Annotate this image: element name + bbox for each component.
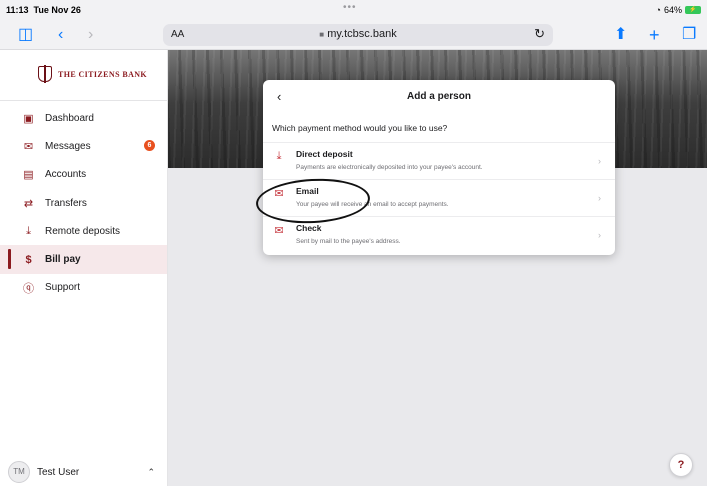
bank-crest-icon xyxy=(38,65,52,83)
option-title: Check xyxy=(296,223,322,233)
new-tab-icon[interactable]: + xyxy=(649,26,660,44)
option-email[interactable]: ✉ Email Your payee will receive an email… xyxy=(263,179,615,216)
back-arrow-icon[interactable]: ‹ xyxy=(58,26,63,44)
chevron-up-icon: ⌃ xyxy=(147,466,155,477)
question-circle-icon: ⓠ xyxy=(23,282,34,295)
status-time: 11:13 Tue Nov 26 xyxy=(6,5,81,15)
url-value: my.tcbsc.bank xyxy=(327,28,397,40)
status-date: Tue Nov 26 xyxy=(33,5,81,15)
sidebar-item-dashboard[interactable]: ▣ Dashboard xyxy=(0,104,167,132)
sidebar-item-label: Dashboard xyxy=(45,112,94,124)
browser-toolbar: ◫ ‹ › AA ■ my.tcbsc.bank ↻ ⬆ + ❐ xyxy=(0,20,707,50)
chevron-right-icon: › xyxy=(598,193,601,203)
unread-badge: 6 xyxy=(144,140,155,152)
option-check[interactable]: ✉ Check Sent by mail to the payee's addr… xyxy=(263,216,615,253)
dollar-document-icon: $ xyxy=(25,253,32,266)
sidebar-toggle-icon[interactable]: ◫ xyxy=(18,26,33,44)
download-tray-icon: ⤓ xyxy=(276,150,282,162)
option-direct-deposit[interactable]: ⤓ Direct deposit Payments are electronic… xyxy=(263,142,615,179)
user-name: Test User xyxy=(37,466,80,478)
sidebar-divider xyxy=(0,100,167,101)
sidebar-item-bill-pay[interactable]: $ Bill pay xyxy=(0,245,167,274)
envelope-icon: ✉ xyxy=(274,225,284,237)
avatar: TM xyxy=(8,461,30,483)
envelope-icon: ✉ xyxy=(23,140,34,153)
sidebar-item-transfers[interactable]: ⇄ Transfers xyxy=(0,189,167,217)
user-menu[interactable]: TM Test User ⌃ xyxy=(0,458,167,486)
sidebar-item-label: Transfers xyxy=(45,197,87,209)
sidebar-item-remote-deposits[interactable]: ⤓ Remote deposits xyxy=(0,217,167,245)
dashboard-icon: ▣ xyxy=(23,112,34,125)
transfer-arrows-icon: ⇄ xyxy=(23,197,34,210)
main-content: ‹ Add a person Which payment method woul… xyxy=(168,50,707,486)
help-button[interactable]: ? xyxy=(669,453,693,477)
sidebar-item-messages[interactable]: ✉ Messages 6 xyxy=(0,132,167,160)
address-bar[interactable]: AA ■ my.tcbsc.bank ↻ xyxy=(163,24,553,46)
status-indicators: ◔ 64% ⚡ xyxy=(656,5,701,15)
dialog-question: Which payment method would you like to u… xyxy=(272,123,448,133)
bank-name: THE CITIZENS BANK xyxy=(58,69,148,79)
sidebar-item-label: Bill pay xyxy=(45,254,81,266)
sidebar-item-label: Accounts xyxy=(45,169,87,181)
option-description: Your payee will receive an email to acce… xyxy=(296,201,449,208)
option-title: Email xyxy=(296,186,319,196)
sidebar-item-accounts[interactable]: ▤ Accounts xyxy=(0,161,167,189)
option-title: Direct deposit xyxy=(296,149,353,159)
option-description: Sent by mail to the payee's address. xyxy=(296,238,401,245)
bank-logo[interactable]: THE CITIZENS BANK xyxy=(38,65,148,83)
sidebar-item-support[interactable]: ⓠ Support xyxy=(0,274,167,302)
sidebar-item-label: Support xyxy=(45,282,81,294)
download-tray-icon: ⤓ xyxy=(26,224,31,237)
dialog-title: Add a person xyxy=(407,91,471,102)
sidebar-item-label: Remote deposits xyxy=(45,225,121,237)
wallet-icon: ▤ xyxy=(23,169,34,182)
chevron-right-icon: › xyxy=(598,156,601,166)
url-text: ■ my.tcbsc.bank xyxy=(163,28,553,40)
envelope-icon: ✉ xyxy=(274,188,284,200)
status-bar: 11:13 Tue Nov 26 ••• ◔ 64% ⚡ xyxy=(0,0,707,20)
battery-percent: 64% xyxy=(663,5,682,15)
sidebar-nav: ▣ Dashboard ✉ Messages 6 ▤ Accounts ⇄ Tr… xyxy=(0,104,167,302)
sidebar: THE CITIZENS BANK ▣ Dashboard ✉ Messages… xyxy=(0,50,168,486)
forward-arrow-icon[interactable]: › xyxy=(88,26,93,44)
battery-icon: ⚡ xyxy=(685,6,701,14)
lock-icon: ■ xyxy=(319,30,325,39)
chevron-right-icon: › xyxy=(598,230,601,240)
option-description: Payments are electronically deposited in… xyxy=(296,164,483,171)
wifi-icon: ◔ xyxy=(655,5,661,15)
share-icon[interactable]: ⬆ xyxy=(614,26,627,44)
reload-icon[interactable]: ↻ xyxy=(534,26,545,42)
add-person-dialog: ‹ Add a person Which payment method woul… xyxy=(263,80,615,255)
multitasking-dots[interactable]: ••• xyxy=(343,2,357,13)
sidebar-item-label: Messages xyxy=(45,140,91,152)
tabs-overview-icon[interactable]: ❐ xyxy=(682,26,696,44)
